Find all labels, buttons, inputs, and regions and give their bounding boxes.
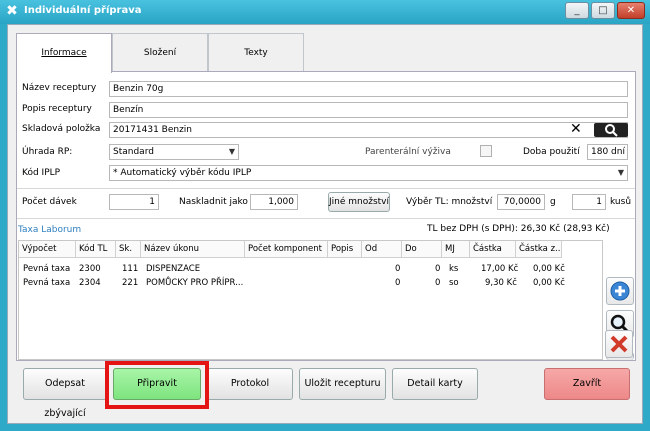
cell-castka-z: 0,00 Kč <box>533 278 565 288</box>
odepsat-label: Odepsat zbývající <box>44 378 86 419</box>
column-header[interactable]: MJ <box>442 241 470 258</box>
window-title: Individuální příprava <box>24 5 142 16</box>
doba-pouziti-field[interactable]: 180 dní <box>587 144 628 160</box>
cell-vypocet: Pevná taxa <box>23 278 71 288</box>
cell-mj: ks <box>449 264 459 274</box>
delete-icon <box>610 335 628 353</box>
delete-taxa-button[interactable] <box>605 330 633 358</box>
cell-castka: 17,00 Kč <box>481 264 519 274</box>
search-icon[interactable] <box>594 123 628 137</box>
skladova-polozka-value: 20171431 Benzin <box>113 125 193 135</box>
uhrada-rp-label: Úhrada RP: <box>22 147 73 157</box>
zavrit-button[interactable]: Zavřít <box>544 368 630 400</box>
cell-nazev: DISPENZACE <box>146 264 201 274</box>
kusu-field[interactable]: 1 <box>572 194 606 210</box>
nazev-receptury-label: Název receptury <box>22 83 97 93</box>
informace-panel: Název receptury Benzin 70g Popis receptu… <box>16 71 636 361</box>
taxa-laborum-title: Taxa Laborum <box>18 225 82 235</box>
parenteralni-checkbox[interactable] <box>480 145 492 157</box>
column-header[interactable]: Sk. <box>116 241 141 258</box>
column-header[interactable]: Název úkonu <box>141 241 245 258</box>
chevron-down-icon: ▼ <box>228 147 235 156</box>
cell-od: 0 <box>395 264 401 274</box>
pocet-davek-label: Počet dávek <box>22 197 77 207</box>
uhrada-rp-value: Standard <box>113 147 154 157</box>
column-header[interactable]: Počet komponent <box>245 241 328 258</box>
naskladnit-label: Naskladnit jako <box>179 197 248 207</box>
column-header[interactable]: Částka z... <box>516 241 562 258</box>
kod-iplp-select[interactable]: * Automatický výběr kódu IPLP ▼ <box>109 165 628 181</box>
cell-castka: 9,30 Kč <box>485 278 517 288</box>
tab-informace[interactable]: Informace <box>16 33 112 73</box>
cell-od: 0 <box>395 278 401 288</box>
column-header[interactable]: Výpočet <box>19 241 76 258</box>
nazev-receptury-field[interactable]: Benzin 70g <box>109 81 628 97</box>
pocet-davek-field[interactable]: 1 <box>109 194 159 210</box>
doba-pouziti-label: Doba použití <box>523 147 580 157</box>
maximize-icon: □ <box>598 5 608 16</box>
column-header[interactable]: Popis <box>328 241 362 258</box>
divider <box>17 188 635 189</box>
minimize-button[interactable]: _ <box>565 2 589 19</box>
ulozit-recepturu-button[interactable]: Uložit recepturu <box>299 368 386 400</box>
cell-do: 0 <box>435 264 441 274</box>
tab-label: Texty <box>244 48 268 58</box>
jine-mnozstvi-label: Jiné množství <box>329 197 390 207</box>
skladova-polozka-label: Skladová položka <box>22 124 101 134</box>
column-header[interactable]: Do <box>402 241 442 258</box>
add-icon <box>610 281 630 301</box>
vyber-tl-label: Výběr TL: množství <box>406 197 493 207</box>
tab-label: Složení <box>143 48 177 58</box>
tab-slozeni[interactable]: Složení <box>112 33 208 71</box>
column-header[interactable]: Kód TL <box>76 241 116 258</box>
cell-sk: 221 <box>122 278 139 288</box>
zavrit-label: Zavřít <box>572 378 602 389</box>
close-icon: ✕ <box>626 5 636 16</box>
popis-receptury-field[interactable]: Benzín <box>109 102 628 118</box>
maximize-button[interactable]: □ <box>591 2 615 19</box>
cell-vypocet: Pevná taxa <box>23 264 71 274</box>
cell-sk: 111 <box>122 264 139 274</box>
add-taxa-button[interactable] <box>606 277 634 305</box>
detail-label: Detail karty <box>407 378 463 389</box>
jine-mnozstvi-button[interactable]: Jiné množství <box>328 192 390 212</box>
minimize-icon: _ <box>574 5 580 16</box>
detail-karty-button[interactable]: Detail karty <box>392 368 478 400</box>
column-header[interactable]: Od <box>362 241 402 258</box>
cell-kod: 2300 <box>79 264 101 274</box>
parenteralni-label: Parenterální výživa <box>365 147 451 157</box>
uhrada-rp-select[interactable]: Standard ▼ <box>109 144 239 160</box>
tab-label: Informace <box>41 48 87 58</box>
taxa-grid[interactable]: Výpočet Kód TL Sk. Název úkonu Počet kom… <box>18 240 603 360</box>
unit-g-label: g <box>550 197 556 207</box>
naskladnit-field[interactable]: 1,000 <box>250 194 298 210</box>
protokol-label: Protokol <box>230 378 270 389</box>
kod-iplp-value: * Automatický výběr kódu IPLP <box>113 168 252 178</box>
tab-texty[interactable]: Texty <box>208 33 304 71</box>
title-bar: ✖ Individuální příprava _ □ ✕ <box>0 0 650 24</box>
dialog-body: Informace Složení Texty Název receptury … <box>7 24 643 424</box>
highlight-box <box>105 361 209 409</box>
popis-receptury-label: Popis receptury <box>22 104 92 114</box>
divider <box>17 218 635 219</box>
odepsat-zbyvajici-button[interactable]: Odepsat zbývající <box>23 368 107 419</box>
ulozit-label: Uložit recepturu <box>304 378 381 389</box>
protokol-button[interactable]: Protokol <box>207 368 293 400</box>
cell-nazev: POMŮCKY PRO PŘÍPR... <box>146 278 244 288</box>
chevron-down-icon: ▼ <box>617 168 624 177</box>
cell-mj: so <box>449 278 459 288</box>
close-window-button[interactable]: ✕ <box>617 2 645 19</box>
app-icon: ✖ <box>6 3 18 19</box>
cell-castka-z: 0,00 Kč <box>533 264 565 274</box>
column-header[interactable]: Částka <box>470 241 516 258</box>
kod-iplp-label: Kód IPLP <box>22 168 61 178</box>
vyber-tl-field[interactable]: 70,0000 <box>497 194 545 210</box>
kusu-label: kusů <box>610 197 632 207</box>
skladova-polozka-field[interactable]: 20171431 Benzin <box>109 122 628 138</box>
clear-x-icon[interactable]: ✕ <box>570 121 582 137</box>
cell-kod: 2304 <box>79 278 101 288</box>
cell-do: 0 <box>435 278 441 288</box>
tl-summary: TL bez DPH (s DPH): 26,30 Kč (28,93 Kč) <box>427 224 610 234</box>
